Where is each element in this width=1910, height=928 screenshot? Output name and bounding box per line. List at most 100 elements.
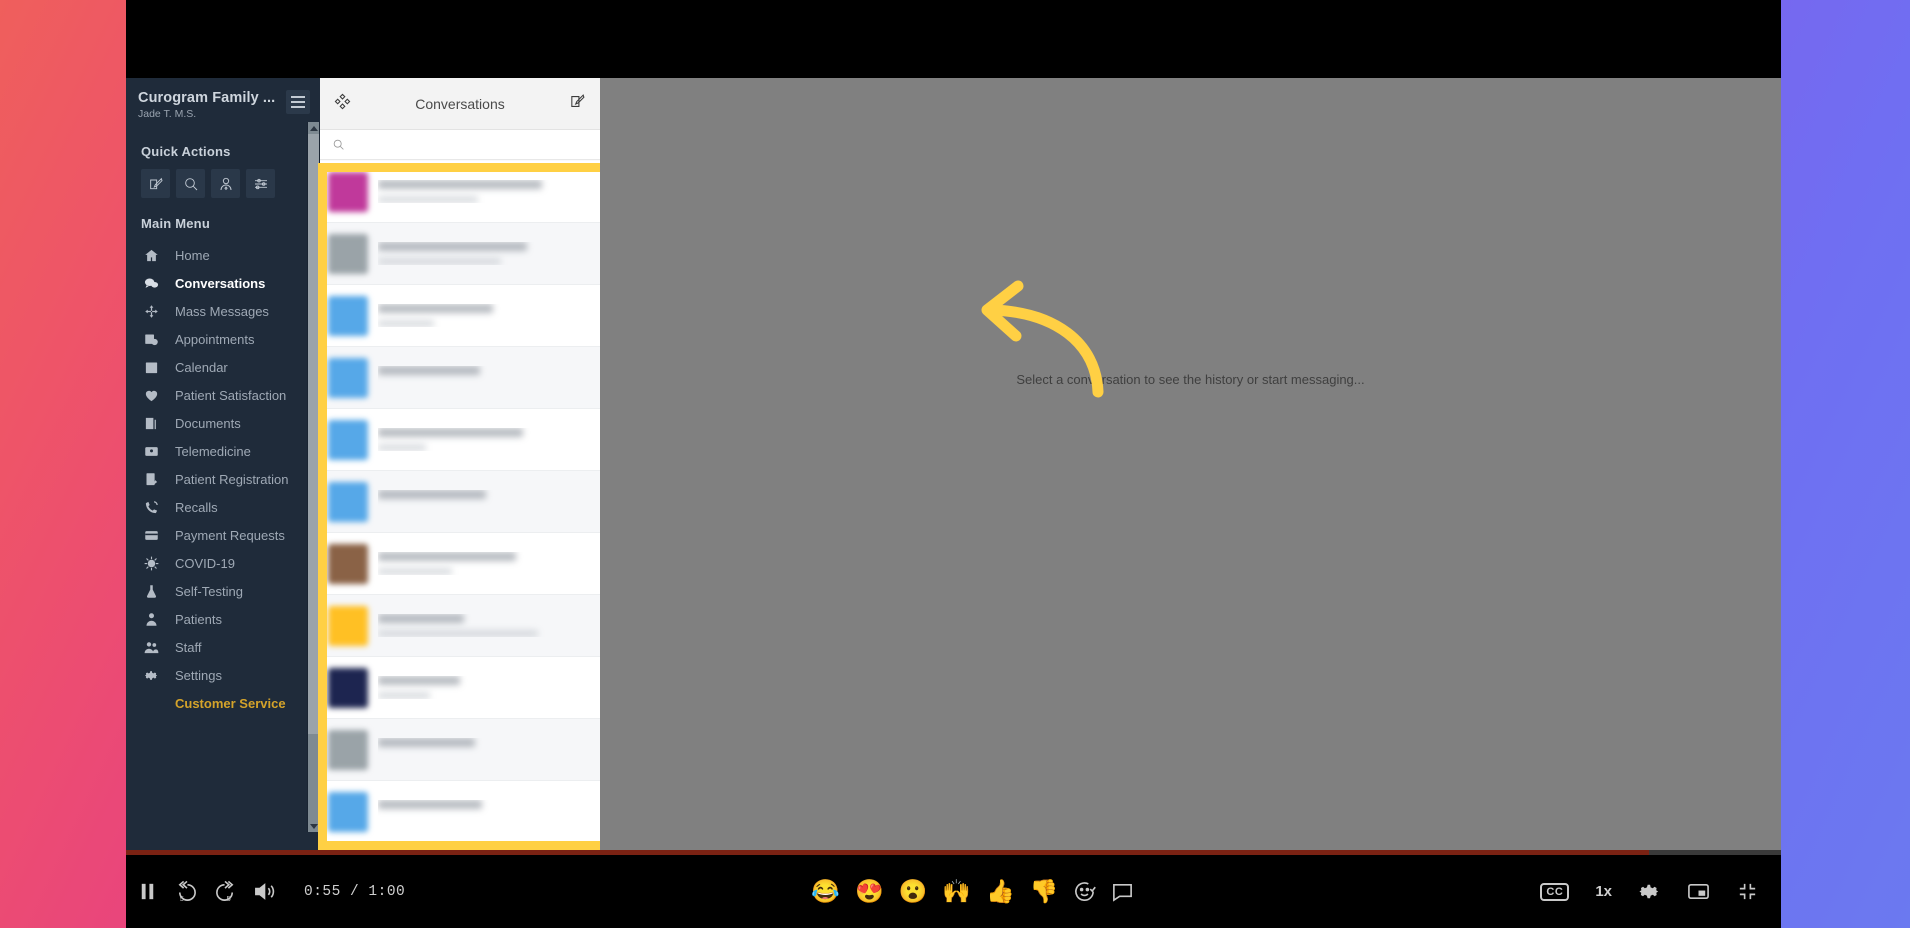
picture-in-picture-button[interactable] (1687, 880, 1710, 903)
registration-icon (144, 471, 166, 487)
collapse-button[interactable] (1736, 880, 1759, 903)
avatar (328, 543, 368, 584)
curved-left-arrow-icon (981, 280, 1104, 398)
sidebar-item-patient-registration[interactable]: Patient Registration (126, 465, 320, 493)
patient-icon (144, 611, 166, 627)
sidebar-item-recalls[interactable]: Recalls (126, 493, 320, 521)
avatar (328, 171, 368, 212)
scroll-down-arrow-icon[interactable] (308, 820, 319, 832)
heart-eyes-emoji[interactable]: 😍 (855, 880, 884, 903)
quick-actions-row (126, 167, 320, 198)
sidebar-item-self-testing[interactable]: Self-Testing (126, 577, 320, 605)
laughing-emoji[interactable]: 😂 (811, 880, 840, 903)
sidebar-item-payment-requests[interactable]: Payment Requests (126, 521, 320, 549)
volume-button[interactable] (253, 880, 276, 903)
sidebar-item-mass-messages[interactable]: Mass Messages (126, 297, 320, 325)
surprised-emoji[interactable]: 😮 (899, 880, 928, 903)
comment-icon[interactable] (1111, 880, 1134, 903)
avatar (328, 729, 368, 770)
main-menu-list: Home Conversations Mass Messages Appoint… (126, 239, 320, 717)
sidebar-item-settings[interactable]: Settings (126, 661, 320, 689)
playback-speed-button[interactable]: 1x (1595, 883, 1612, 900)
sidebar-item-label: Patient Registration (175, 471, 289, 487)
sidebar-item-label: Home (175, 247, 210, 263)
sidebar-item-documents[interactable]: Documents (126, 409, 320, 437)
conversation-list-item[interactable] (320, 471, 600, 533)
sidebar-item-label: Documents (175, 415, 241, 431)
sidebar-item-telemedicine[interactable]: Telemedicine (126, 437, 320, 465)
telemedicine-icon (144, 443, 166, 459)
conversation-text (378, 614, 564, 637)
sidebar-item-appointments[interactable]: Appointments (126, 325, 320, 353)
conversation-list[interactable] (320, 161, 600, 850)
conversation-list-item[interactable] (320, 595, 600, 657)
reaction-bar: 😂 😍 😮 🙌 👍 👎 (405, 880, 1540, 903)
search-icon[interactable] (176, 169, 205, 198)
patient-icon[interactable] (211, 169, 240, 198)
sidebar-item-conversations[interactable]: Conversations (126, 269, 320, 297)
conversation-text (378, 242, 564, 265)
sidebar-item-label: Mass Messages (175, 303, 269, 319)
sidebar-item-label: Patient Satisfaction (175, 387, 287, 403)
sidebar-item-label: Telemedicine (175, 443, 251, 459)
thumbs-down-emoji[interactable]: 👎 (1030, 880, 1059, 903)
conversation-list-item[interactable] (320, 285, 600, 347)
conversation-text (378, 366, 564, 389)
captions-button[interactable]: CC (1540, 882, 1570, 901)
sidebar-item-home[interactable]: Home (126, 241, 320, 269)
conversation-list-item[interactable] (320, 657, 600, 719)
avatar (328, 233, 368, 274)
sidebar-item-patient-satisfaction[interactable]: Patient Satisfaction (126, 381, 320, 409)
sidebar-item-covid-19[interactable]: COVID-19 (126, 549, 320, 577)
avatar (328, 357, 368, 398)
main-menu-title: Main Menu (141, 216, 210, 231)
conversation-list-item[interactable] (320, 409, 600, 471)
control-row: 5 5 0:55 / 1:00 😂 😍 😮 🙌 👍 👎 CC 1x (126, 855, 1781, 928)
pause-button[interactable] (136, 880, 159, 903)
conversation-name (378, 738, 475, 747)
conversation-list-item[interactable] (320, 719, 600, 781)
search-input[interactable] (320, 130, 600, 160)
conversation-list-item[interactable] (320, 161, 600, 223)
conversation-text (378, 800, 564, 823)
staff-icon (144, 639, 166, 655)
sidebar-item-label: Conversations (175, 275, 266, 291)
scrollbar-thumb[interactable] (308, 134, 319, 734)
thumbs-up-emoji[interactable]: 👍 (986, 880, 1015, 903)
conversation-list-item[interactable] (320, 533, 600, 595)
forward-5-button[interactable]: 5 (214, 880, 237, 903)
scroll-up-arrow-icon[interactable] (308, 122, 319, 134)
sidebar-item-staff[interactable]: Staff (126, 633, 320, 661)
sidebar-item-label: Settings (175, 667, 222, 683)
conversation-list-item[interactable] (320, 223, 600, 285)
rewind-5-button[interactable]: 5 (175, 880, 198, 903)
filter-icon[interactable] (246, 169, 275, 198)
compose-icon[interactable] (141, 169, 170, 198)
sidebar-item-label: COVID-19 (175, 555, 235, 571)
filter-icon[interactable] (334, 93, 351, 115)
avatar (328, 791, 368, 832)
conversation-text (378, 552, 564, 575)
screen-background: Curogram Family ... Jade T. M.S. Quick A… (0, 0, 1910, 928)
conversations-title: Conversations (415, 95, 505, 112)
conversation-name (378, 552, 516, 561)
sidebar-item-patients[interactable]: Patients (126, 605, 320, 633)
sidebar-item-label: Appointments (175, 331, 255, 347)
empty-state-message: Select a conversation to see the history… (1016, 372, 1365, 387)
calendar-icon (144, 359, 166, 375)
sidebar-item-label: Patients (175, 611, 222, 627)
recalls-icon (144, 499, 166, 515)
hamburger-menu-icon[interactable] (286, 90, 310, 114)
sidebar-scrollbar[interactable] (307, 122, 320, 832)
control-right-group: CC 1x (1540, 880, 1781, 903)
compose-icon[interactable] (569, 93, 586, 115)
raised-hands-emoji[interactable]: 🙌 (942, 880, 971, 903)
conversation-list-item[interactable] (320, 347, 600, 409)
search-icon (333, 139, 344, 150)
add-reaction-icon[interactable] (1073, 880, 1097, 903)
sidebar-item-calendar[interactable]: Calendar (126, 353, 320, 381)
gear-icon[interactable] (1638, 880, 1661, 903)
conversation-list-item[interactable] (320, 781, 600, 843)
sidebar-item-customer-service[interactable]: Customer Service (126, 689, 320, 717)
conversation-name (378, 242, 527, 251)
